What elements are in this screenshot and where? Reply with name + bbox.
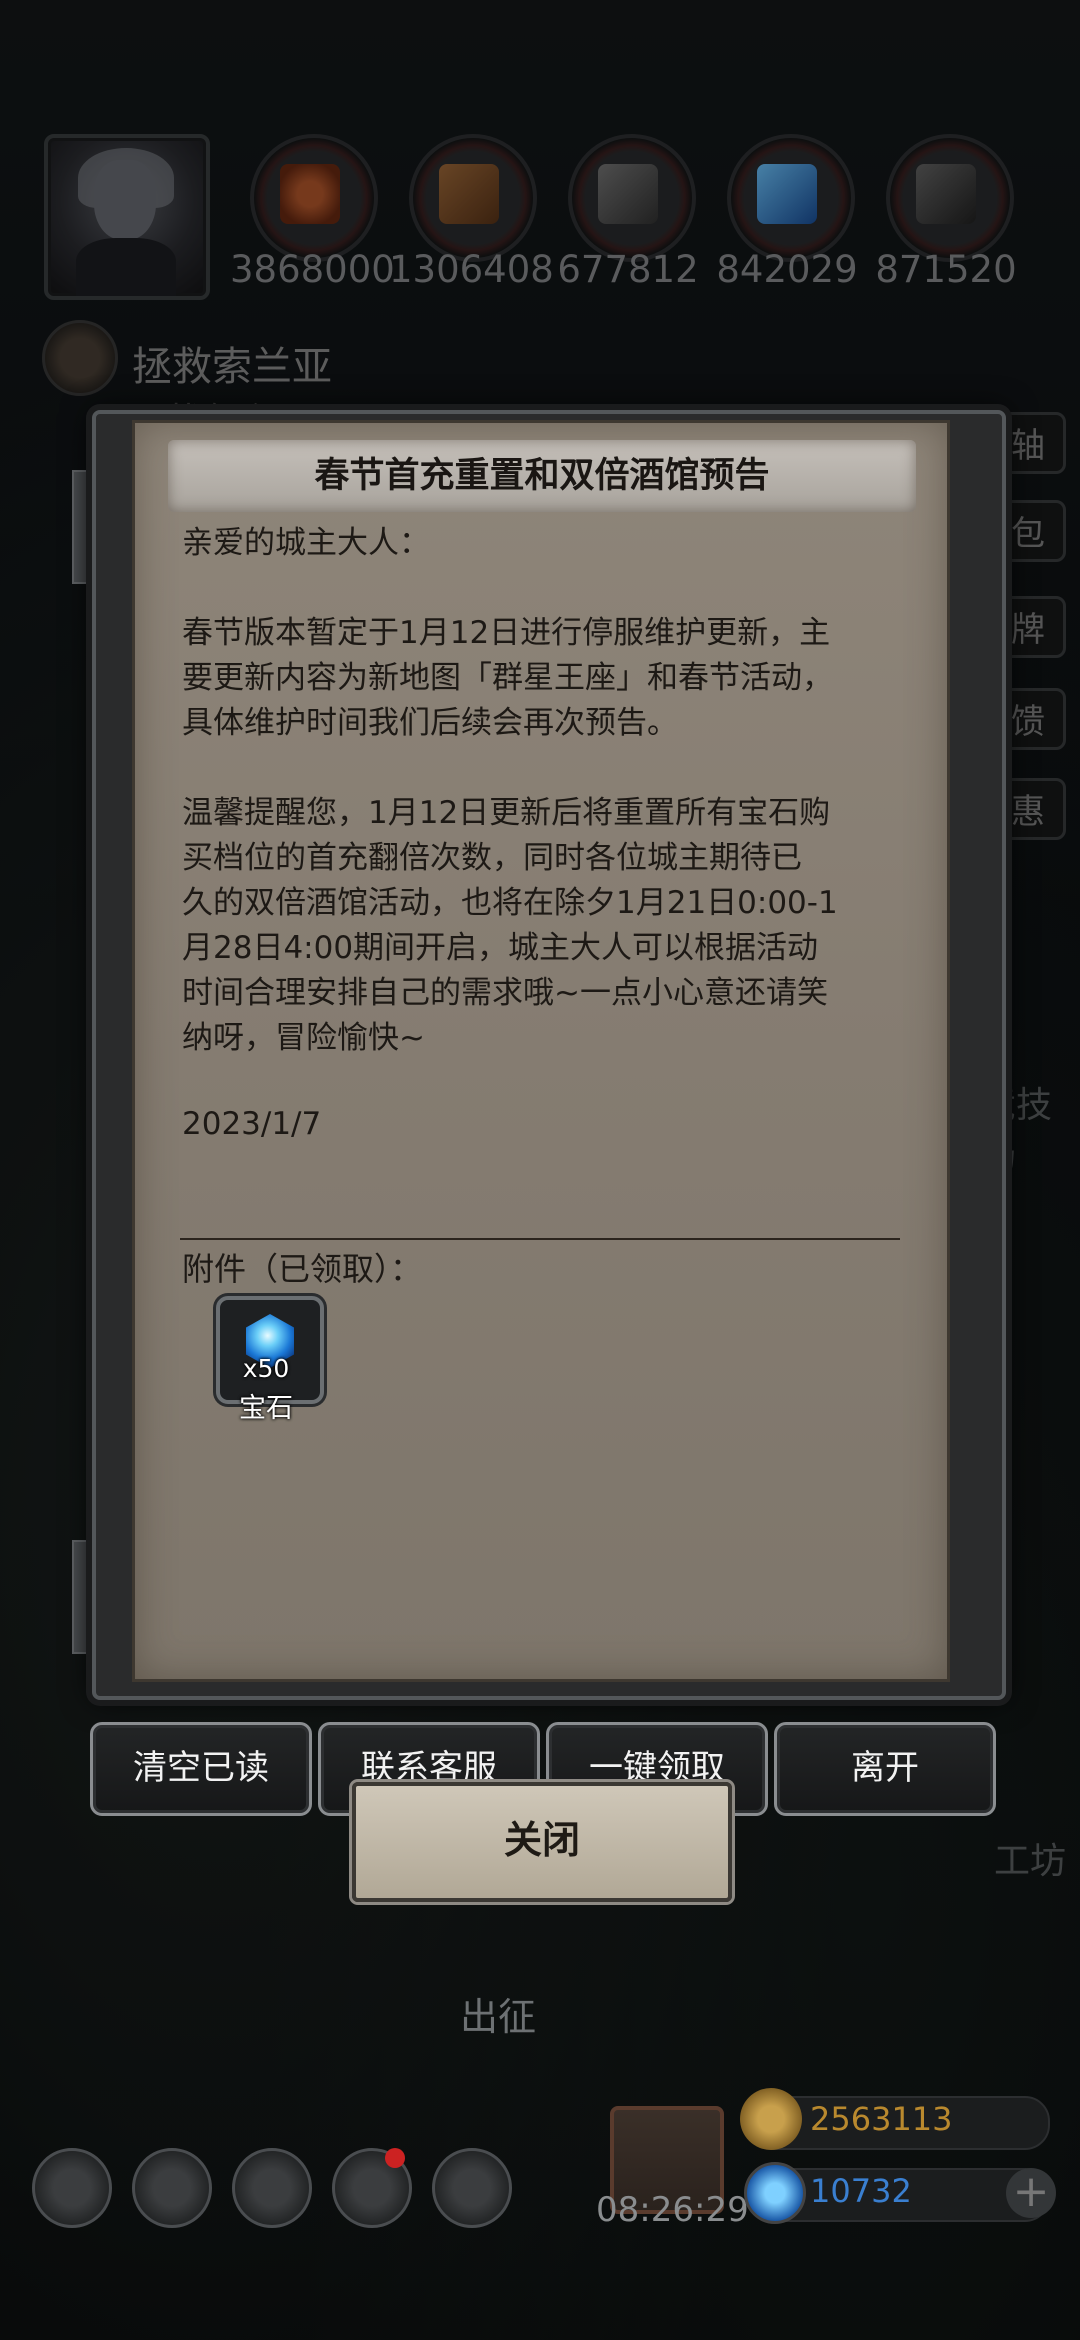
mail-para1-line2: 要更新内容为新地图「群星王座」和春节活动， bbox=[182, 660, 833, 696]
attachment-name: 宝石 bbox=[239, 1393, 293, 1424]
mail-para1-line3: 具体维护时间我们后续会再次预告。 bbox=[182, 705, 678, 741]
mail-para2-line6: 纳呀，冒险愉快~ bbox=[182, 1020, 425, 1056]
mail-para1-line1: 春节版本暂定于1月12日进行停服维护更新，主 bbox=[182, 615, 831, 651]
alliance-icon[interactable] bbox=[432, 2148, 512, 2228]
gift-timer: 08:26:29 bbox=[596, 2190, 749, 2230]
hero-icon[interactable] bbox=[132, 2148, 212, 2228]
mail-para2-line5: 时间合理安排自己的需求哦~一点小心意还请笑 bbox=[182, 975, 828, 1011]
mail-para2-line3: 久的双倍酒馆活动，也将在除夕1月21日0:00-1 bbox=[182, 885, 838, 921]
settings-icon[interactable] bbox=[32, 2148, 112, 2228]
mail-para2-line2: 买档位的首充翻倍次数，同时各位城主期待已 bbox=[182, 840, 802, 876]
gold-value: 2563113 bbox=[810, 2100, 953, 2138]
gem-value: 10732 bbox=[810, 2172, 912, 2210]
mail-date: 2023/1/7 bbox=[182, 1106, 322, 1142]
mail-greeting: 亲爱的城主大人： bbox=[182, 525, 430, 561]
attachment-count: x50 bbox=[242, 1354, 290, 1383]
castle-icon[interactable] bbox=[232, 2148, 312, 2228]
close-button[interactable]: 关闭 bbox=[352, 1782, 732, 1902]
attachment-divider bbox=[180, 1238, 900, 1240]
clear-read-button[interactable]: 清空已读 bbox=[90, 1722, 312, 1816]
mail-para2-line1: 温馨提醒您，1月12日更新后将重置所有宝石购 bbox=[182, 795, 831, 831]
notification-dot bbox=[385, 2148, 405, 2168]
leave-button[interactable]: 离开 bbox=[774, 1722, 996, 1816]
expedition-label[interactable]: 出征 bbox=[460, 1986, 536, 2041]
attachments-label: 附件（已领取）： bbox=[182, 1250, 423, 1288]
gold-coin-icon bbox=[740, 2088, 802, 2150]
mail-title: 春节首充重置和双倍酒馆预告 bbox=[168, 440, 916, 512]
gem-currency-icon bbox=[744, 2162, 806, 2224]
add-gems-button[interactable]: + bbox=[1006, 2168, 1056, 2218]
mail-para2-line4: 月28日4:00期间开启，城主大人可以根据活动 bbox=[182, 930, 819, 966]
